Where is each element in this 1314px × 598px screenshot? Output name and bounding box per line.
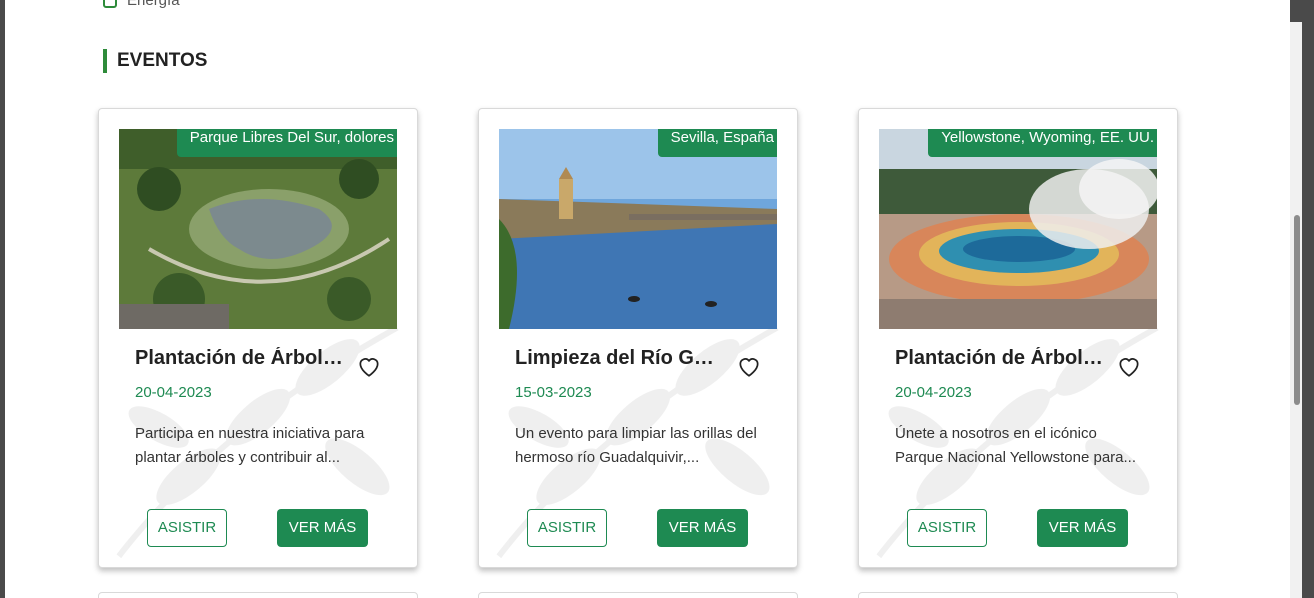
event-image-park: Parque Libres Del Sur, dolores — [119, 129, 397, 329]
location-badge: Yellowstone, Wyoming, EE. UU. — [928, 129, 1157, 157]
attend-button[interactable]: ASISTIR — [907, 509, 987, 547]
section-title: EVENTOS — [103, 49, 207, 73]
events-panel: Energía EVENTOS Parque Libres Del Sur, d… — [5, 0, 1302, 598]
event-card: Parque Libres Del Sur, dolores Plantació… — [98, 108, 418, 568]
attend-button[interactable]: ASISTIR — [527, 509, 607, 547]
event-image-river: Sevilla, España — [499, 129, 777, 329]
scrollbar[interactable] — [1290, 22, 1302, 598]
event-card: Yellowstone, Wyoming, EE. UU. Plantación… — [858, 108, 1178, 568]
event-image-hotspring: Yellowstone, Wyoming, EE. UU. — [879, 129, 1157, 329]
heart-icon[interactable] — [356, 353, 382, 379]
event-card-next — [858, 592, 1178, 598]
event-date: 20-04-2023 — [895, 384, 972, 401]
heart-icon[interactable] — [736, 353, 762, 379]
event-date: 15-03-2023 — [515, 384, 592, 401]
event-description: Un evento para limpiar las orillas del h… — [515, 425, 757, 466]
energy-label: Energía — [127, 0, 180, 9]
filter-energy[interactable]: Energía — [103, 0, 180, 9]
event-title: Plantación de Árboles... — [135, 347, 345, 369]
scrollbar-thumb[interactable] — [1294, 215, 1300, 405]
event-description: Participa en nuestra iniciativa para pla… — [135, 425, 365, 466]
heart-icon[interactable] — [1116, 353, 1142, 379]
event-title: Plantación de Árboles... — [895, 347, 1105, 369]
event-title: Limpieza del Río Guadalquivir... — [515, 347, 725, 369]
see-more-button[interactable]: VER MÁS — [1037, 509, 1128, 547]
event-description: Únete a nosotros en el icónico Parque Na… — [895, 425, 1136, 466]
event-card: Sevilla, España Limpieza del Río Guadalq… — [478, 108, 798, 568]
event-date: 20-04-2023 — [135, 384, 212, 401]
see-more-button[interactable]: VER MÁS — [277, 509, 368, 547]
see-more-button[interactable]: VER MÁS — [657, 509, 748, 547]
attend-button[interactable]: ASISTIR — [147, 509, 227, 547]
location-badge: Sevilla, España — [657, 129, 777, 157]
overlay-edge — [1290, 0, 1302, 22]
location-badge: Parque Libres Del Sur, dolores — [176, 129, 397, 157]
energy-checkbox[interactable] — [103, 0, 117, 8]
event-card-next — [98, 592, 418, 598]
event-card-next — [478, 592, 798, 598]
